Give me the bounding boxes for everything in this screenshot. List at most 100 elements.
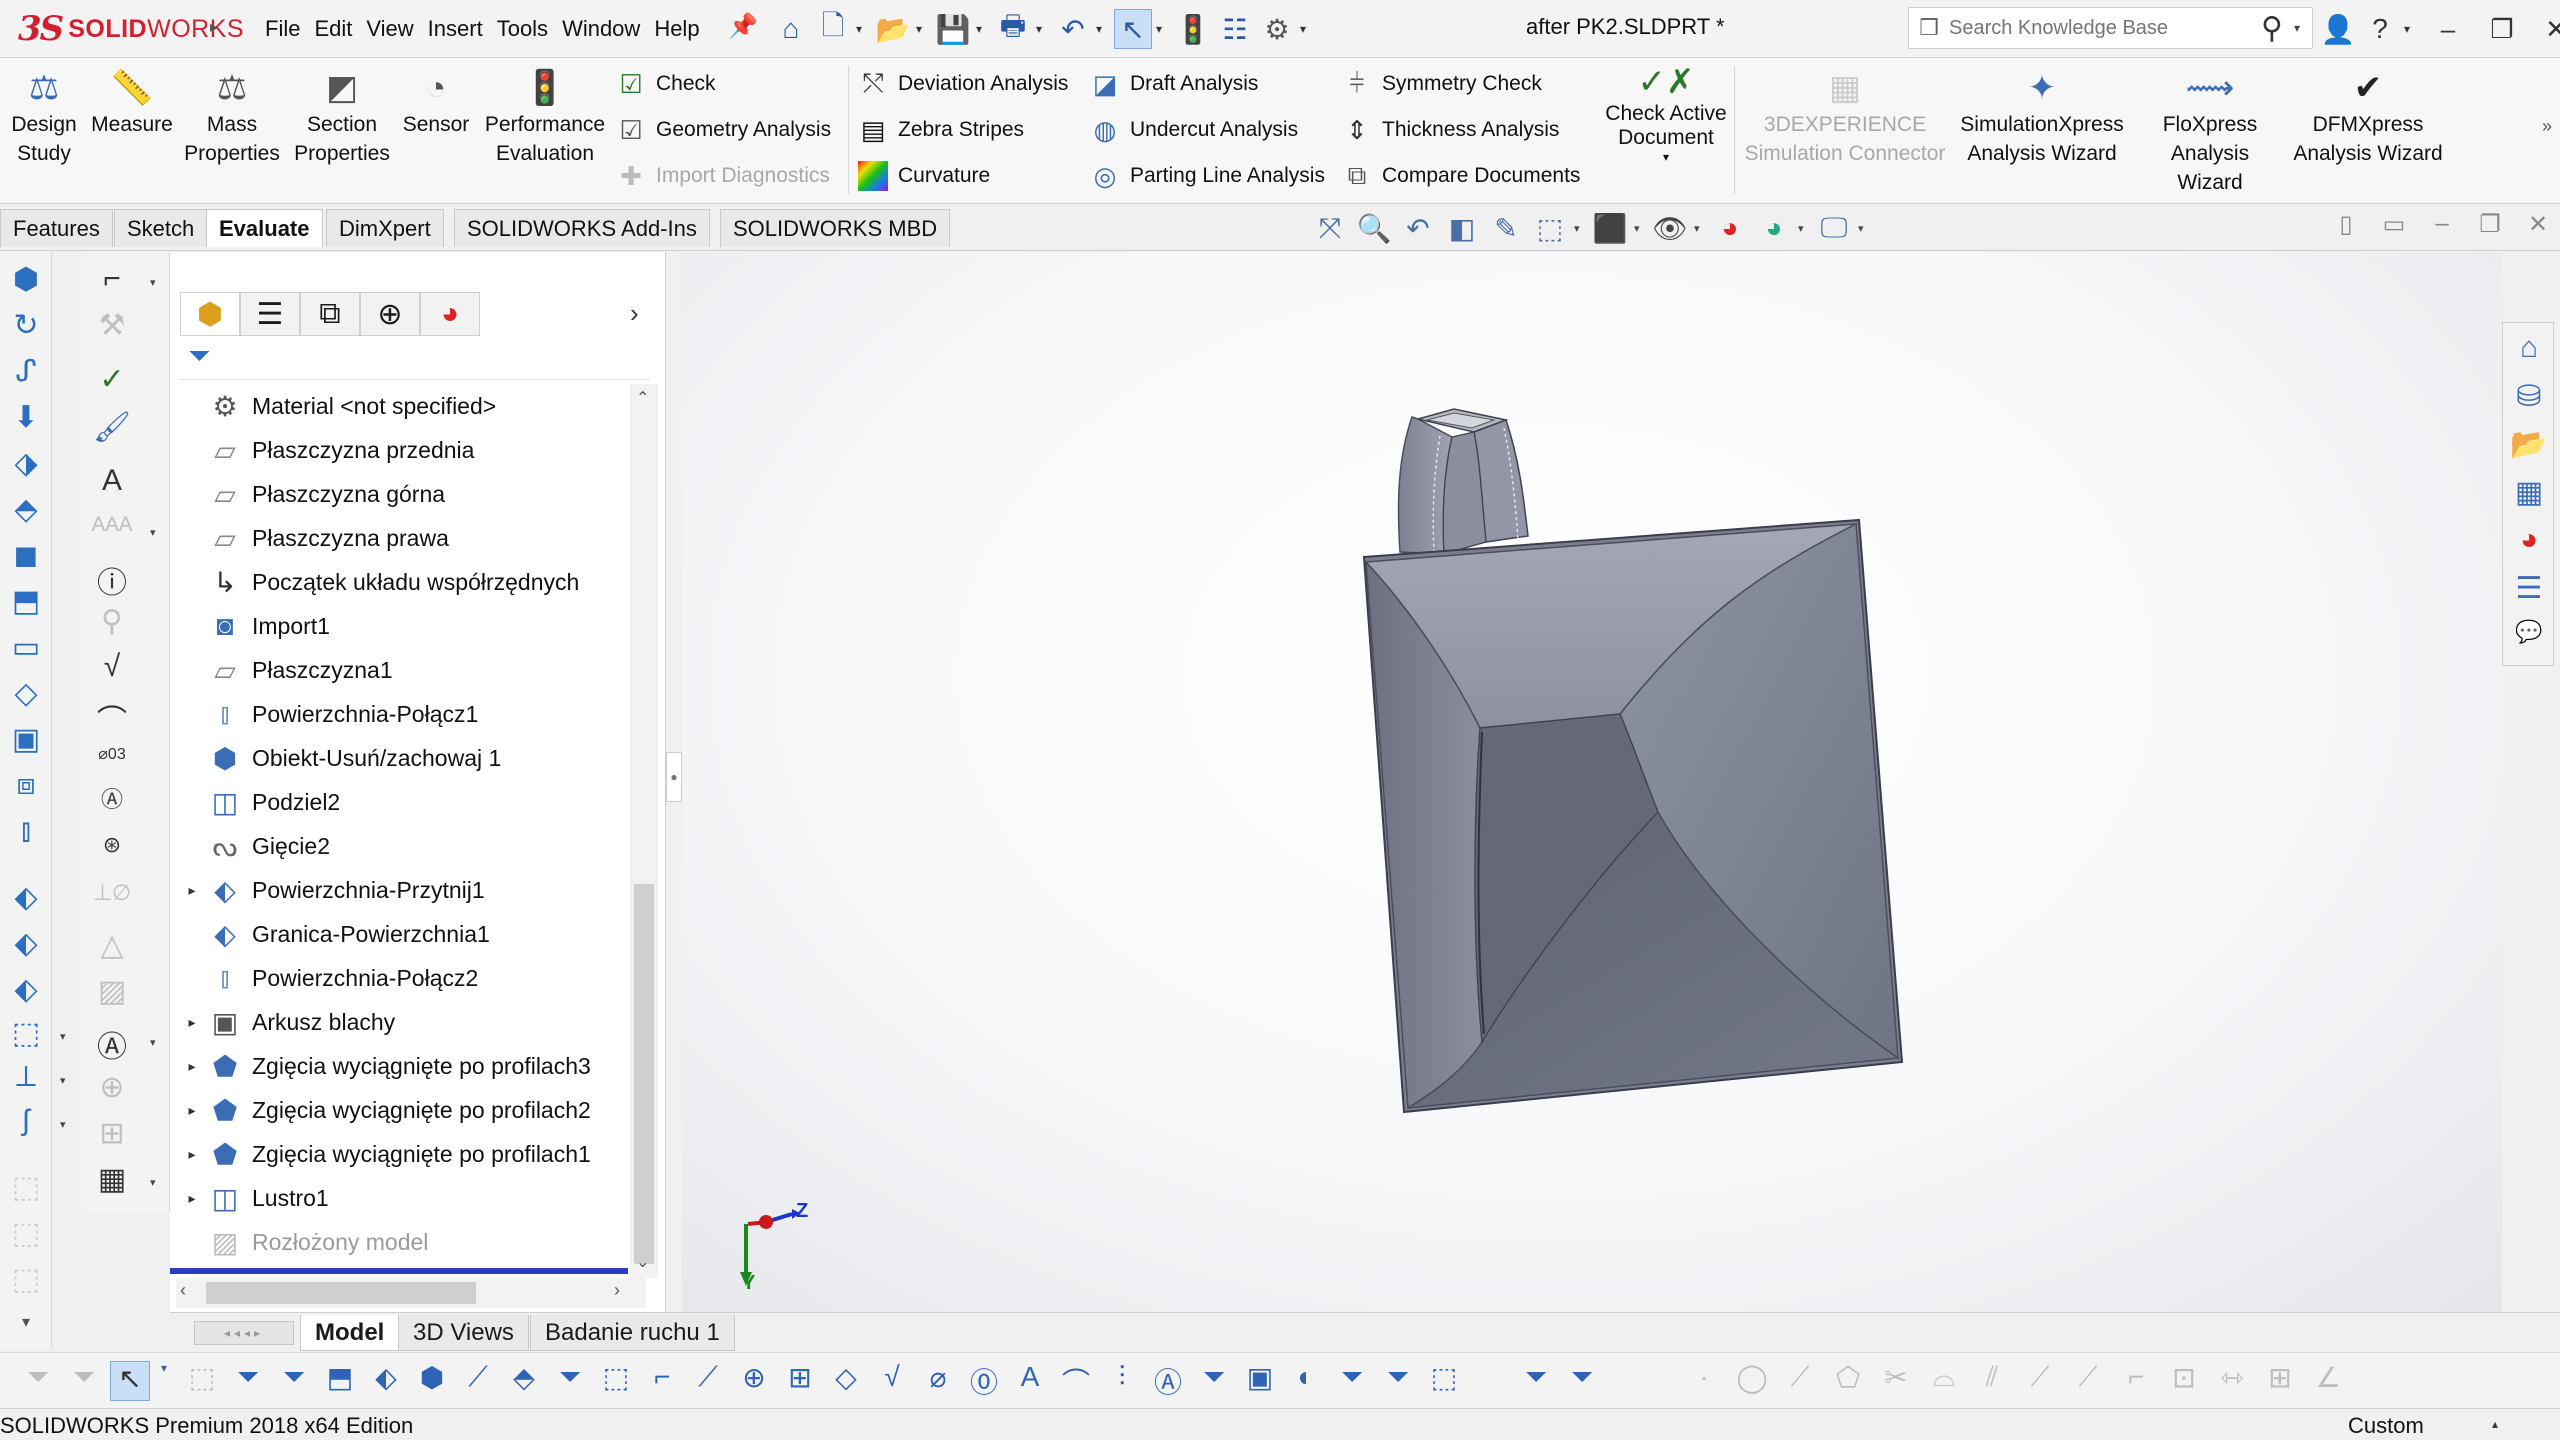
unit-system-dropdown-icon[interactable]: ▴ bbox=[2492, 1417, 2498, 1431]
filter-balloons-icon[interactable]: ⓪ bbox=[964, 1361, 1004, 1401]
tree-node[interactable]: ⫾ Powierzchnia-Połącz1 bbox=[170, 692, 628, 736]
center-mark-icon[interactable]: ⊕ bbox=[90, 1070, 134, 1114]
expand-arrow-icon[interactable]: ▸ bbox=[180, 882, 204, 899]
expand-arrow-icon[interactable]: ▸ bbox=[180, 1014, 204, 1031]
swept-boss-icon[interactable]: ᔑ bbox=[6, 354, 46, 394]
lofted-boss-icon[interactable]: ⬇ bbox=[6, 400, 46, 440]
zoom-to-area-icon[interactable]: 🔍 bbox=[1354, 212, 1394, 245]
rebuild-traffic-light-icon[interactable]: 🚦 bbox=[1174, 9, 1212, 49]
manager-tabs-more-icon[interactable]: › bbox=[630, 298, 639, 329]
reference-geometry-icon[interactable]: ⟂ bbox=[6, 1060, 46, 1100]
angle-icon[interactable]: ∠ bbox=[2308, 1361, 2348, 1401]
undo-icon[interactable]: ↶ bbox=[1054, 9, 1092, 49]
viewport-restore-icon[interactable]: ❐ bbox=[2472, 210, 2508, 250]
filter-solids-icon[interactable]: ⬢ bbox=[412, 1361, 452, 1401]
note-pattern-dropdown-icon[interactable]: ▾ bbox=[150, 526, 156, 539]
3dexperience-connector-button[interactable]: ▦ 3DEXPERIENCE Simulation Connector bbox=[1738, 66, 1952, 168]
menu-file[interactable]: File bbox=[258, 16, 307, 42]
forum-icon[interactable]: 💬 bbox=[2509, 619, 2549, 659]
import-diagnostics-button[interactable]: ✚ Import Diagnostics bbox=[614, 156, 830, 196]
convert-icon[interactable]: ⟋ bbox=[2020, 1361, 2060, 1401]
tree-horizontal-scrollbar[interactable]: ‹ › bbox=[176, 1278, 646, 1308]
search-icon[interactable]: ⚲ bbox=[2250, 11, 2294, 46]
tree-node[interactable]: ▸ ◫ Lustro1 bbox=[170, 1176, 628, 1220]
tree-node[interactable]: ▸ ▣ Arkusz blachy bbox=[170, 1000, 628, 1044]
select-dropdown-icon[interactable]: ▾ bbox=[156, 1361, 172, 1401]
user-account-icon[interactable]: 👤 bbox=[2320, 13, 2356, 46]
tree-node[interactable]: ▱ Płaszczyzna1 bbox=[170, 648, 628, 692]
menu-help[interactable]: Help bbox=[647, 16, 706, 42]
filter-routing-points-icon[interactable]: ◐ bbox=[1286, 1361, 1326, 1401]
sensor-button[interactable]: ◔ Sensor bbox=[396, 66, 476, 139]
dimension-icon[interactable]: ⇿ bbox=[2212, 1361, 2252, 1401]
disabled-tool-icon[interactable]: ⬚ bbox=[6, 1216, 46, 1256]
solidworks-resources-icon[interactable]: ⌂ bbox=[2509, 331, 2549, 371]
graphics-area[interactable] bbox=[682, 252, 2502, 1312]
menu-insert[interactable]: Insert bbox=[421, 16, 490, 42]
view-settings-icon[interactable]: 🖵 bbox=[1814, 212, 1854, 245]
file-properties-icon[interactable]: ☷ bbox=[1216, 9, 1254, 49]
tree-node[interactable]: ⬖ Granica-Powierzchnia1 bbox=[170, 912, 628, 956]
apply-scene-dropdown-icon[interactable]: ▾ bbox=[1798, 222, 1810, 235]
menu-window[interactable]: Window bbox=[555, 16, 647, 42]
smart-dimension-dropdown-icon[interactable]: ▾ bbox=[150, 276, 156, 289]
surface-knit-icon[interactable]: ⬖ bbox=[6, 880, 46, 920]
tab-dimxpert[interactable]: DimXpert bbox=[326, 209, 444, 247]
section-properties-button[interactable]: ◩ Section Properties bbox=[288, 66, 396, 168]
help-dropdown-icon[interactable]: ▾ bbox=[2404, 22, 2418, 36]
flex-feature-icon[interactable]: ⫾ bbox=[6, 814, 46, 854]
spell-check-icon[interactable]: ✓ bbox=[90, 362, 134, 406]
scroll-right-arrow-icon[interactable]: › bbox=[614, 1280, 620, 1301]
polygon-icon[interactable]: ⬠ bbox=[1828, 1361, 1868, 1401]
tab-solidworks-mbd[interactable]: SOLIDWORKS MBD bbox=[720, 209, 951, 247]
filter-midpoints-icon[interactable]: ⌐ bbox=[642, 1361, 682, 1401]
sheet-metal-icon[interactable]: ⬚ bbox=[6, 1016, 46, 1056]
offset-icon[interactable]: ⫽ bbox=[1972, 1361, 2012, 1401]
filter-end-icon[interactable]: ⏷ bbox=[1378, 1361, 1418, 1401]
tree-node[interactable]: ⚙ Material <not specified> bbox=[170, 384, 628, 428]
expand-arrow-icon[interactable]: ▸ bbox=[180, 1190, 204, 1207]
apply-scene-icon[interactable]: ◕ bbox=[1754, 212, 1794, 244]
undercut-analysis-button[interactable]: ◍ Undercut Analysis bbox=[1088, 110, 1298, 150]
filter-planes-icon[interactable]: ⬘ bbox=[504, 1361, 544, 1401]
view-orientation-icon[interactable]: ⬚ bbox=[1530, 212, 1570, 245]
surface-finish-icon[interactable]: √ bbox=[90, 650, 134, 694]
circle-icon[interactable]: ◯ bbox=[1732, 1361, 1772, 1401]
mirror-feature-icon[interactable]: ⧈ bbox=[6, 768, 46, 808]
appearances-scenes-icon[interactable]: ◕ bbox=[2509, 523, 2549, 563]
scroll-down-arrow-icon[interactable]: ⌄ bbox=[636, 1252, 649, 1272]
rectangle-icon[interactable]: ⌐ bbox=[2116, 1361, 2156, 1401]
print-dropdown-icon[interactable]: ▾ bbox=[1036, 22, 1050, 36]
selection-box-icon[interactable]: ⬚ bbox=[182, 1361, 222, 1401]
reference-geometry-dropdown-icon[interactable]: ▾ bbox=[60, 1074, 66, 1087]
close-window-icon[interactable]: ✕ bbox=[2532, 14, 2560, 45]
surface-trim-icon[interactable]: ⬖ bbox=[6, 926, 46, 966]
filter-mates-icon[interactable]: ⬚ bbox=[1424, 1361, 1464, 1401]
rollback-bar[interactable] bbox=[170, 1268, 628, 1274]
logo-menu-arrow-icon[interactable]: ▸ bbox=[210, 17, 218, 37]
rib-icon[interactable]: ▣ bbox=[6, 722, 46, 762]
hole-wizard-icon[interactable]: ⬘ bbox=[6, 492, 46, 532]
print-icon[interactable]: 🖶 bbox=[994, 9, 1032, 49]
dimxpertmanager-tab-icon[interactable]: ⊕ bbox=[360, 292, 420, 336]
filter-funnel-icon[interactable]: ⏷ bbox=[188, 340, 210, 371]
tab-motion-study[interactable]: Badanie ruchu 1 bbox=[530, 1315, 735, 1351]
filter-connection-points-icon[interactable]: ▣ bbox=[1240, 1361, 1280, 1401]
save-dropdown-icon[interactable]: ▾ bbox=[976, 22, 990, 36]
mass-properties-button[interactable]: ⚖ Mass Properties bbox=[184, 66, 280, 168]
filter-geometric-tol-icon[interactable]: √ bbox=[872, 1361, 912, 1401]
filter-edges-icon[interactable]: ⏷ bbox=[64, 1361, 104, 1401]
previous-view-icon[interactable]: ↶ bbox=[1398, 212, 1438, 245]
fillet-icon[interactable]: ◼ bbox=[6, 538, 46, 578]
disabled-dimension-icon[interactable]: ⚒ bbox=[90, 308, 134, 352]
tree-node[interactable]: ▱ Płaszczyzna prawa bbox=[170, 516, 628, 560]
filter-mid-icon[interactable]: ⏷ bbox=[1332, 1361, 1372, 1401]
filter-all-icon[interactable]: ⏷ bbox=[1516, 1361, 1556, 1401]
blocks-icon[interactable]: △ bbox=[90, 928, 134, 972]
geometric-tolerance-icon[interactable]: ⊥∅ bbox=[90, 880, 134, 924]
fillet-icon[interactable]: ⌓ bbox=[1924, 1361, 1964, 1401]
filter-sketch-points-icon[interactable]: ⏷ bbox=[550, 1361, 590, 1401]
linear-pattern-icon[interactable]: ⊡ bbox=[2164, 1361, 2204, 1401]
viewport-minimize-icon[interactable]: – bbox=[2424, 210, 2460, 250]
restore-window-icon[interactable]: ❐ bbox=[2478, 14, 2526, 45]
